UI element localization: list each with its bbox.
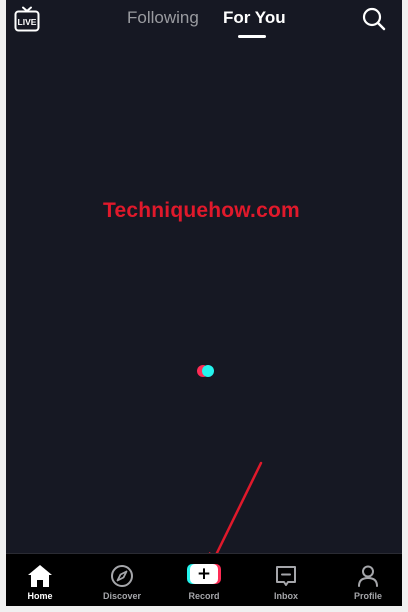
nav-home[interactable]: Home bbox=[6, 554, 75, 606]
feed-tabs: Following For You bbox=[6, 6, 402, 42]
bottom-nav: Home Discover + Record Inbox Profile bbox=[6, 553, 402, 606]
tab-following[interactable]: Following bbox=[127, 8, 199, 28]
active-tab-indicator bbox=[238, 35, 266, 38]
nav-discover[interactable]: Discover bbox=[87, 554, 157, 606]
app-frame: LIVE Following For You Techniquehow.com … bbox=[6, 0, 402, 606]
compass-icon bbox=[111, 565, 133, 587]
home-icon bbox=[28, 565, 52, 587]
person-icon bbox=[358, 565, 378, 587]
nav-home-label: Home bbox=[27, 591, 53, 601]
nav-inbox-label: Inbox bbox=[274, 591, 298, 601]
nav-discover-label: Discover bbox=[102, 591, 142, 601]
nav-inbox[interactable]: Inbox bbox=[251, 554, 321, 606]
loader-dot-cyan bbox=[202, 365, 214, 377]
search-button[interactable] bbox=[362, 7, 386, 31]
inbox-icon bbox=[276, 566, 296, 586]
nav-profile[interactable]: Profile bbox=[333, 554, 402, 606]
watermark-text: Techniquehow.com bbox=[103, 199, 300, 222]
plus-icon: + bbox=[190, 564, 218, 584]
tab-for-you[interactable]: For You bbox=[223, 8, 286, 28]
nav-record[interactable]: + Record bbox=[169, 554, 239, 606]
loading-spinner bbox=[196, 364, 216, 378]
nav-record-label: Record bbox=[188, 591, 220, 601]
nav-profile-label: Profile bbox=[353, 591, 382, 601]
search-icon bbox=[362, 7, 386, 31]
record-button[interactable]: + bbox=[187, 564, 221, 584]
